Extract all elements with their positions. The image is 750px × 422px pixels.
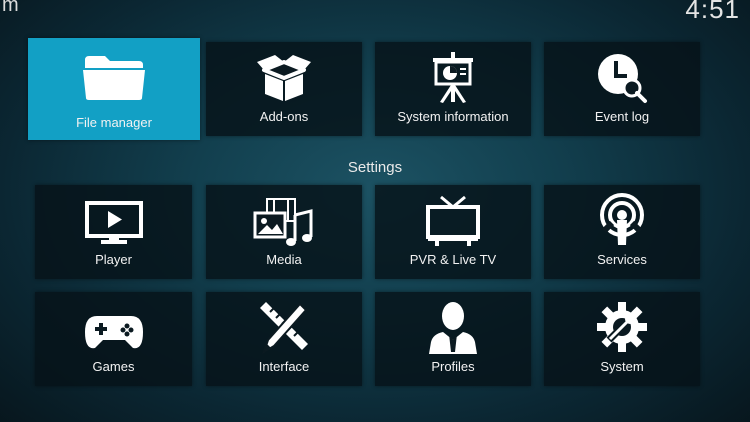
broadcast-icon [600,193,644,245]
system-information-label: System information [397,109,509,124]
pvr-live-tv-button[interactable]: PVR & Live TV [375,185,531,279]
system-information-button[interactable]: System information [375,42,531,136]
file-manager-button[interactable]: File manager [28,38,200,140]
gamepad-icon [84,316,143,349]
add-ons-button[interactable]: Add-ons [206,42,362,136]
player-label: Player [95,252,132,267]
add-ons-label: Add-ons [259,109,309,124]
monitor-play-icon [84,201,143,244]
folder-icon [83,56,145,100]
services-button[interactable]: Services [544,185,700,279]
settings-heading: Settings [347,159,403,176]
open-box-icon [257,55,311,101]
media-library-icon [253,198,313,246]
games-button[interactable]: Games [35,292,192,386]
media-button[interactable]: Media [206,185,362,279]
interface-label: Interface [258,359,310,374]
pvr-live-tv-label: PVR & Live TV [409,252,497,267]
player-button[interactable]: Player [35,185,192,279]
event-log-label: Event log [594,109,650,124]
pencil-ruler-icon [260,302,308,355]
file-manager-label: File manager [76,115,152,130]
system-label: System [600,359,644,374]
gear-wrench-icon [597,302,647,352]
interface-button[interactable]: Interface [206,292,362,386]
event-log-button[interactable]: Event log [544,42,700,136]
user-icon [429,302,477,354]
window-title: m [2,0,19,16]
clock: 4:51 [685,0,740,24]
games-label: Games [92,359,135,374]
profiles-label: Profiles [431,359,475,374]
media-label: Media [266,252,302,267]
system-button[interactable]: System [544,292,700,386]
profiles-button[interactable]: Profiles [375,292,531,386]
clock-search-icon [598,54,647,103]
services-label: Services [597,252,647,267]
tv-antenna-icon [426,195,480,246]
presentation-board-icon [433,52,473,103]
